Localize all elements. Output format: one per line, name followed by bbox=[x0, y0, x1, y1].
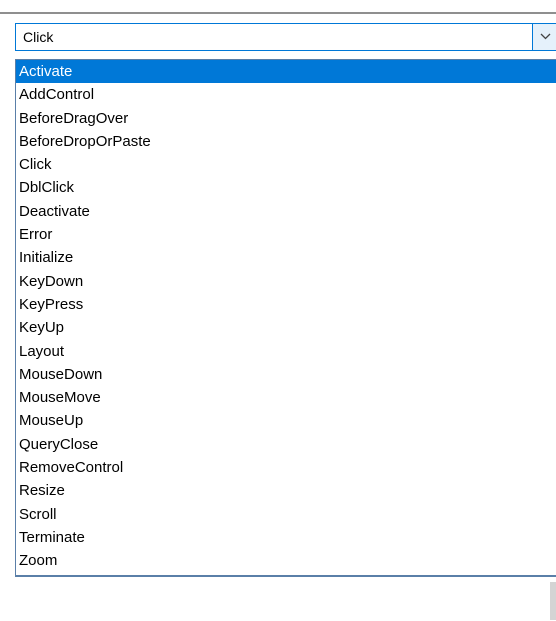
dropdown-option-removecontrol[interactable]: RemoveControl bbox=[16, 456, 556, 479]
dropdown-option-click[interactable]: Click bbox=[16, 153, 556, 176]
dropdown-option-mousemove[interactable]: MouseMove bbox=[16, 386, 556, 409]
dropdown-option-addcontrol[interactable]: AddControl bbox=[16, 83, 556, 106]
dropdown-option-beforedragover[interactable]: BeforeDragOver bbox=[16, 107, 556, 130]
dropdown-option-keyup[interactable]: KeyUp bbox=[16, 316, 556, 339]
dropdown-option-keypress[interactable]: KeyPress bbox=[16, 293, 556, 316]
dropdown-toggle-button[interactable] bbox=[532, 24, 556, 50]
combobox-selected-value: Click bbox=[23, 29, 54, 45]
dropdown-option-initialize[interactable]: Initialize bbox=[16, 246, 556, 269]
dropdown-option-keydown[interactable]: KeyDown bbox=[16, 270, 556, 293]
dropdown-option-zoom[interactable]: Zoom bbox=[16, 549, 556, 572]
event-dropdown-list[interactable]: Activate AddControl BeforeDragOver BeforeDr… bbox=[15, 59, 556, 577]
window-top-border bbox=[0, 12, 556, 14]
dropdown-option-deactivate[interactable]: Deactivate bbox=[16, 200, 556, 223]
dropdown-option-activate[interactable]: Activate bbox=[16, 60, 556, 84]
dropdown-option-mousedown[interactable]: MouseDown bbox=[16, 363, 556, 386]
dropdown-option-terminate[interactable]: Terminate bbox=[16, 526, 556, 549]
dropdown-option-layout[interactable]: Layout bbox=[16, 340, 556, 363]
dropdown-option-beforedroporpaste[interactable]: BeforeDropOrPaste bbox=[16, 130, 556, 153]
dropdown-option-queryclose[interactable]: QueryClose bbox=[16, 433, 556, 456]
dropdown-option-resize[interactable]: Resize bbox=[16, 479, 556, 502]
background-scrollbar[interactable] bbox=[550, 582, 556, 620]
dropdown-option-mouseup[interactable]: MouseUp bbox=[16, 409, 556, 432]
dropdown-option-scroll[interactable]: Scroll bbox=[16, 503, 556, 526]
event-options: Activate AddControl BeforeDragOver BeforeDr… bbox=[16, 60, 556, 573]
event-combobox[interactable]: Click bbox=[15, 23, 556, 51]
dropdown-option-dblclick[interactable]: DblClick bbox=[16, 176, 556, 199]
chevron-down-icon bbox=[540, 33, 551, 40]
dropdown-option-error[interactable]: Error bbox=[16, 223, 556, 246]
